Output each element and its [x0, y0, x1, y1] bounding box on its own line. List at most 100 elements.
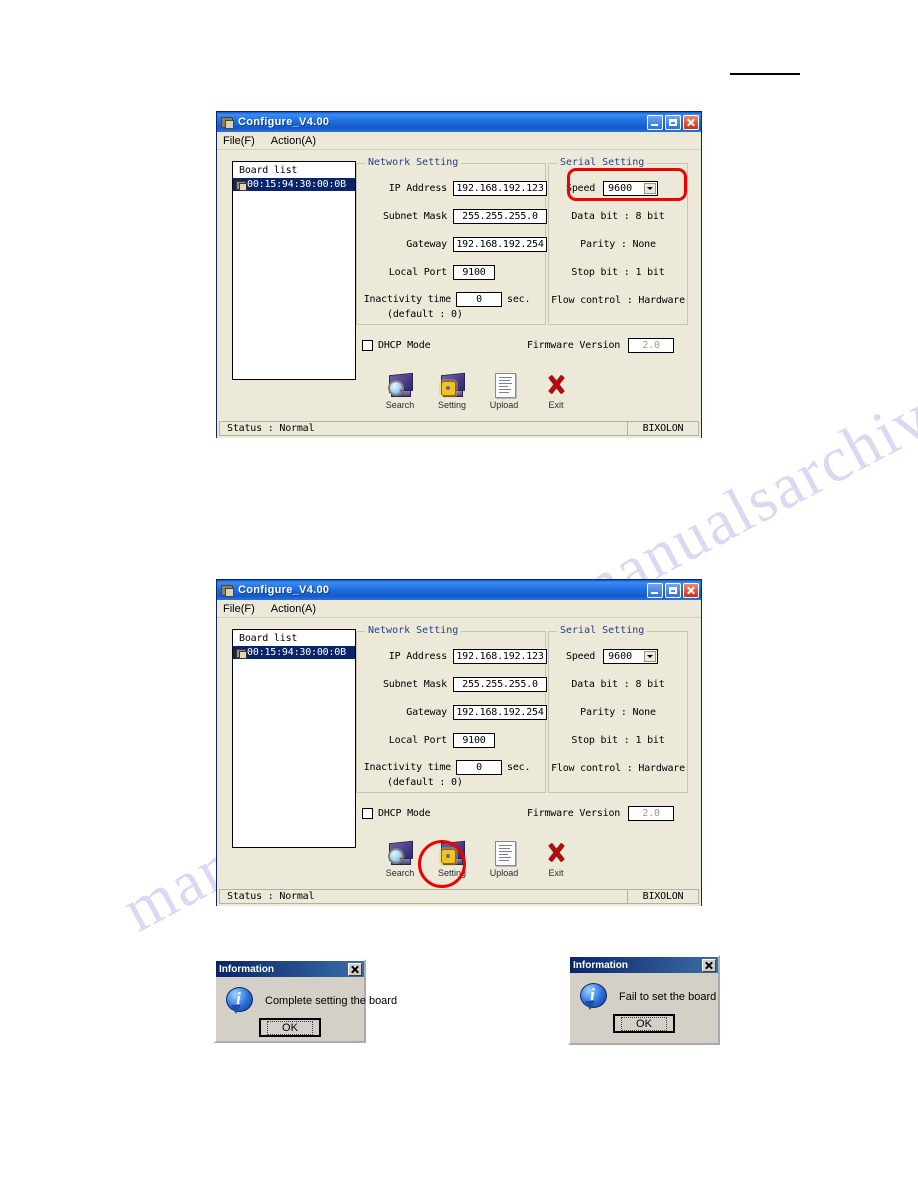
search-toolbar-button[interactable]: Search: [374, 839, 426, 878]
inactivity-default-note: (default : 0): [387, 777, 463, 788]
monitor-magnifier-icon: [385, 371, 415, 399]
local-port-row: Local Port 9100: [365, 733, 495, 748]
network-setting-group: Network Setting IP Address 192.168.192.1…: [356, 625, 547, 793]
speed-label: Speed: [566, 651, 596, 662]
gateway-input[interactable]: 192.168.192.254: [453, 237, 547, 252]
ok-button[interactable]: OK: [259, 1018, 321, 1037]
firmware-version-row: Firmware Version 2.0: [527, 806, 675, 821]
window1-toolbar[interactable]: Search Setting Upload Exit: [374, 371, 582, 410]
monitor-magnifier-icon: [385, 839, 415, 867]
upload-label: Upload: [489, 400, 519, 410]
speed-combo[interactable]: 9600: [603, 181, 659, 196]
subnet-mask-label: Subnet Mask: [382, 211, 447, 222]
speed-combo[interactable]: 9600: [603, 649, 659, 664]
window2-toolbar[interactable]: Search Setting Upload Exit: [374, 839, 582, 878]
upload-toolbar-button[interactable]: Upload: [478, 839, 530, 878]
information-dialog-fail[interactable]: Information i Fail to set the board OK: [568, 955, 720, 1045]
menu-file[interactable]: File(F): [223, 135, 255, 147]
inactivity-time-input[interactable]: 0: [456, 292, 502, 307]
maximize-icon[interactable]: [665, 114, 681, 130]
board-list-item[interactable]: 00:15:94:30:00:0B: [233, 646, 355, 659]
local-port-input[interactable]: 9100: [453, 265, 495, 280]
inactivity-time-row: Inactivity time 0 sec.: [363, 292, 530, 307]
inactivity-time-input[interactable]: 0: [456, 760, 502, 775]
window1-statusbar: Status : Normal BIXOLON: [219, 421, 699, 436]
dhcp-mode-checkbox[interactable]: [362, 340, 373, 351]
document-icon: [489, 371, 519, 399]
search-label: Search: [385, 868, 415, 878]
maximize-icon[interactable]: [665, 582, 681, 598]
inactivity-time-label: Inactivity time: [363, 294, 452, 305]
speed-row: Speed 9600: [566, 649, 659, 664]
data-bit-info: Data bit : 8 bit: [571, 679, 665, 690]
configure-window-2[interactable]: Configure_V4.00 File(F) Action(A) Board …: [216, 579, 702, 906]
dhcp-mode-row[interactable]: DHCP Mode: [362, 340, 431, 351]
dialog-fail-titlebar[interactable]: Information: [570, 957, 718, 973]
dialog-success-message: Complete setting the board: [265, 994, 398, 1007]
inactivity-default-note: (default : 0): [387, 309, 463, 320]
parity-info: Parity : None: [580, 707, 656, 718]
window2-body: Board list 00:15:94:30:00:0B Network Set…: [217, 618, 701, 906]
exit-toolbar-button[interactable]: Exit: [530, 371, 582, 410]
minimize-icon[interactable]: [647, 114, 663, 130]
board-mac-address: 00:15:94:30:00:0B: [247, 647, 346, 658]
minimize-icon[interactable]: [647, 582, 663, 598]
dialog-fail-title: Information: [573, 959, 628, 971]
gateway-label: Gateway: [406, 239, 447, 250]
window1-menubar[interactable]: File(F) Action(A): [217, 132, 701, 150]
menu-file[interactable]: File(F): [223, 603, 255, 615]
close-icon[interactable]: [683, 582, 699, 598]
inactivity-time-unit: sec.: [507, 294, 531, 305]
close-icon[interactable]: [683, 114, 699, 130]
window2-menubar[interactable]: File(F) Action(A): [217, 600, 701, 618]
app-icon: [220, 583, 234, 597]
exit-toolbar-button[interactable]: Exit: [530, 839, 582, 878]
window2-titlebar[interactable]: Configure_V4.00: [217, 580, 701, 600]
firmware-version-value: 2.0: [628, 338, 675, 353]
setting-toolbar-button[interactable]: Setting: [426, 839, 478, 878]
ok-button[interactable]: OK: [613, 1014, 675, 1033]
local-port-input[interactable]: 9100: [453, 733, 495, 748]
inactivity-time-label: Inactivity time: [363, 762, 452, 773]
close-icon[interactable]: [702, 958, 716, 972]
dialog-success-title: Information: [219, 963, 274, 975]
subnet-mask-input[interactable]: 255.255.255.0: [453, 209, 547, 224]
ok-button-label: OK: [621, 1016, 667, 1031]
dialog-fail-message: Fail to set the board: [619, 990, 717, 1003]
information-dialog-success[interactable]: Information i Complete setting the board…: [214, 959, 397, 1043]
search-toolbar-button[interactable]: Search: [374, 371, 426, 410]
upload-label: Upload: [489, 868, 519, 878]
window2-title: Configure_V4.00: [238, 584, 330, 596]
menu-action[interactable]: Action(A): [271, 603, 316, 615]
window2-controls[interactable]: [647, 582, 699, 598]
ip-address-input[interactable]: 192.168.192.123: [453, 649, 547, 664]
chevron-down-icon[interactable]: [644, 651, 657, 662]
window1-titlebar[interactable]: Configure_V4.00: [217, 112, 701, 132]
window1-controls[interactable]: [647, 114, 699, 130]
ip-address-label: IP Address: [388, 651, 447, 662]
info-icon: i: [580, 983, 607, 1010]
gateway-input[interactable]: 192.168.192.254: [453, 705, 547, 720]
flow-control-info: Flow control : Hardware: [551, 763, 685, 774]
dhcp-mode-row[interactable]: DHCP Mode: [362, 808, 431, 819]
subnet-mask-row: Subnet Mask 255.255.255.0: [365, 677, 547, 692]
board-list[interactable]: Board list 00:15:94:30:00:0B: [232, 161, 356, 380]
local-port-label: Local Port: [388, 267, 447, 278]
configure-window-1[interactable]: Configure_V4.00 File(F) Action(A) Board …: [216, 111, 702, 438]
board-list-header: Board list: [233, 630, 355, 646]
ip-address-input[interactable]: 192.168.192.123: [453, 181, 547, 196]
upload-toolbar-button[interactable]: Upload: [478, 371, 530, 410]
dhcp-mode-checkbox[interactable]: [362, 808, 373, 819]
menu-action[interactable]: Action(A): [271, 135, 316, 147]
serial-setting-legend: Serial Setting: [557, 625, 648, 636]
stop-bit-info: Stop bit : 1 bit: [571, 735, 665, 746]
stop-bit-info: Stop bit : 1 bit: [571, 267, 665, 278]
local-port-row: Local Port 9100: [365, 265, 495, 280]
board-list[interactable]: Board list 00:15:94:30:00:0B: [232, 629, 356, 848]
chevron-down-icon[interactable]: [644, 183, 657, 194]
dialog-success-titlebar[interactable]: Information: [216, 961, 364, 977]
setting-toolbar-button[interactable]: Setting: [426, 371, 478, 410]
subnet-mask-input[interactable]: 255.255.255.0: [453, 677, 547, 692]
close-icon[interactable]: [348, 962, 362, 976]
board-list-item[interactable]: 00:15:94:30:00:0B: [233, 178, 355, 191]
